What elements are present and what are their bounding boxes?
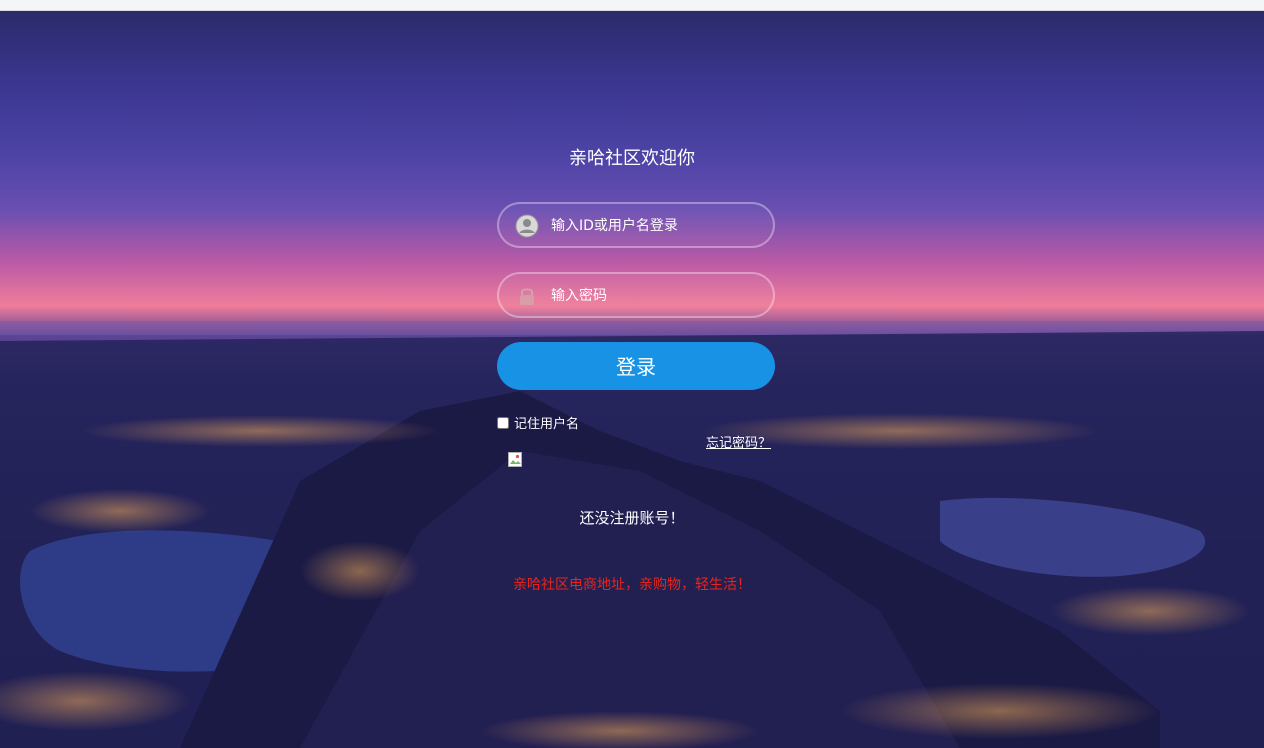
remember-username[interactable]: 记住用户名 <box>497 413 579 432</box>
user-icon <box>515 214 539 238</box>
password-field[interactable] <box>497 272 775 318</box>
login-button[interactable]: 登录 <box>497 342 775 390</box>
login-page: 亲哈社区欢迎你 登录 记住用户名 忘记密码？ <box>0 0 1264 748</box>
forgot-password-link[interactable]: 忘记密码？ <box>706 432 771 451</box>
broken-image-icon <box>508 452 524 468</box>
username-field[interactable] <box>497 202 775 248</box>
browser-top-strip <box>0 0 1264 11</box>
username-input[interactable] <box>551 212 761 240</box>
remember-checkbox[interactable] <box>497 416 509 429</box>
register-link[interactable]: 还没注册账号！ <box>0 507 1264 528</box>
password-input[interactable] <box>551 282 761 310</box>
remember-label: 记住用户名 <box>514 417 580 432</box>
welcome-title: 亲哈社区欢迎你 <box>569 148 695 169</box>
shop-slogan: 亲哈社区电商地址，亲购物，轻生活！ <box>513 577 751 593</box>
lock-icon <box>515 284 539 308</box>
